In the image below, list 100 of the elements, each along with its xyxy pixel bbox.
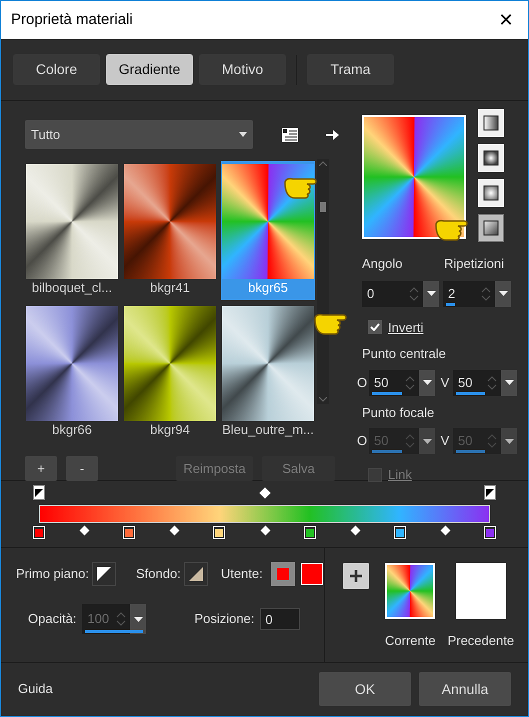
midpoint-marker[interactable] bbox=[258, 487, 270, 499]
color-stop[interactable] bbox=[304, 526, 316, 539]
gradient-name: bkgr66 bbox=[52, 421, 92, 439]
gradient-item[interactable]: bkgr41 bbox=[123, 161, 217, 300]
axis-label: O bbox=[357, 432, 367, 450]
gradient-item[interactable]: bkgr94 bbox=[123, 303, 217, 442]
caret-icon bbox=[422, 380, 432, 385]
gradient-name: bkgr94 bbox=[150, 421, 190, 439]
gradient-item[interactable]: bkgr66 bbox=[25, 303, 119, 442]
spin-arrows-icon bbox=[481, 286, 491, 302]
scrollbar[interactable] bbox=[317, 159, 329, 404]
arrow-right-icon bbox=[326, 128, 338, 140]
axis-label: V bbox=[440, 374, 450, 392]
gradient-style-icon bbox=[483, 185, 499, 201]
swatch-label: Precedente bbox=[448, 632, 514, 650]
caret-icon bbox=[422, 438, 432, 444]
gradient-style-button[interactable] bbox=[478, 214, 504, 242]
swatch-button[interactable] bbox=[184, 562, 208, 586]
angle-label: Angolo bbox=[362, 255, 404, 273]
caret-icon bbox=[134, 616, 143, 622]
ok-button[interactable]: OK bbox=[319, 672, 411, 706]
scroll-thumb[interactable] bbox=[320, 202, 326, 212]
field-label: Primo piano: bbox=[16, 565, 89, 584]
gradient-item[interactable]: Bleu_outre_m... bbox=[221, 303, 315, 442]
plus-icon bbox=[350, 570, 362, 582]
spin-field[interactable]: 50 bbox=[453, 370, 517, 396]
repeats-label: Ripetizioni bbox=[444, 255, 504, 273]
position-field[interactable]: 0 bbox=[260, 608, 300, 630]
color-stop[interactable] bbox=[213, 526, 226, 539]
category-dropdown[interactable]: Tutto bbox=[25, 120, 253, 149]
midpoint-marker[interactable] bbox=[80, 526, 90, 536]
triangle-icon bbox=[188, 567, 203, 581]
checkbox[interactable] bbox=[368, 320, 382, 334]
gradient-name: bilboquet_cl... bbox=[32, 279, 112, 297]
color-swatch[interactable] bbox=[300, 563, 323, 585]
midpoint-marker[interactable] bbox=[170, 526, 180, 536]
swatch-button[interactable] bbox=[92, 562, 116, 586]
gradient-name: bkgr65 bbox=[248, 279, 288, 297]
help-link[interactable]: Guida bbox=[18, 679, 319, 699]
swatch-button[interactable] bbox=[270, 562, 295, 586]
axis-label: V bbox=[440, 432, 450, 450]
point-label: Punto focale bbox=[362, 404, 436, 422]
spin-field[interactable]: 2 bbox=[443, 280, 511, 306]
spin-arrows-icon bbox=[405, 433, 415, 449]
tab[interactable]: Gradiente bbox=[106, 54, 193, 85]
list-button[interactable]: + bbox=[25, 456, 57, 481]
field-label: Sfondo: bbox=[136, 565, 181, 584]
gradient-bar[interactable] bbox=[39, 505, 490, 523]
window-title: Proprietà materiali bbox=[11, 10, 133, 30]
opacity-stop[interactable] bbox=[484, 485, 496, 500]
tab[interactable]: Trama bbox=[307, 54, 394, 85]
check-icon bbox=[370, 323, 380, 332]
gradient-style-icon bbox=[483, 150, 499, 166]
point-label: Punto centrale bbox=[362, 345, 447, 363]
caret-icon bbox=[426, 291, 436, 296]
color-stop[interactable] bbox=[33, 526, 45, 539]
close-button[interactable]: ✕ bbox=[494, 8, 518, 32]
midpoint-marker[interactable] bbox=[260, 526, 270, 536]
spin-field[interactable]: 50 bbox=[369, 370, 435, 396]
checkbox-label[interactable]: Inverti bbox=[388, 318, 424, 337]
gradient-style-icon bbox=[483, 115, 499, 131]
triangle-icon bbox=[96, 567, 111, 581]
gradient-style-button[interactable] bbox=[478, 109, 504, 137]
midpoint-marker[interactable] bbox=[350, 526, 360, 536]
add-button[interactable] bbox=[343, 563, 369, 589]
color-stop[interactable] bbox=[394, 526, 406, 539]
swatch-label: Corrente bbox=[385, 632, 436, 650]
spin-arrows-icon bbox=[487, 374, 497, 390]
gradient-style-icon bbox=[483, 220, 499, 236]
gradient-style-button[interactable] bbox=[478, 144, 504, 172]
chevron-down-icon bbox=[319, 397, 327, 402]
gradient-item[interactable]: bilboquet_cl... bbox=[25, 161, 119, 300]
tab[interactable]: Motivo bbox=[199, 54, 286, 85]
axis-label: O bbox=[357, 374, 367, 392]
spin-arrows-icon bbox=[116, 611, 126, 627]
chevron-up-icon bbox=[319, 161, 327, 166]
opacity-stop-icon bbox=[35, 488, 43, 496]
gradient-name: bkgr41 bbox=[150, 279, 190, 297]
opacity-stop-icon bbox=[486, 488, 494, 496]
list-button[interactable]: - bbox=[66, 456, 98, 481]
caret-icon bbox=[498, 291, 508, 296]
spin-arrows-icon bbox=[409, 286, 419, 302]
color-stop[interactable] bbox=[123, 526, 136, 539]
spin-field[interactable]: 0 bbox=[362, 280, 439, 306]
opacity-stop[interactable] bbox=[33, 485, 45, 500]
field-label: Opacità: bbox=[28, 610, 76, 628]
caret-icon bbox=[239, 132, 247, 137]
gradient-style-button[interactable] bbox=[478, 179, 504, 207]
caret-icon bbox=[504, 438, 514, 444]
field-label: Posizione: bbox=[194, 610, 254, 628]
tab[interactable]: Colore bbox=[13, 54, 100, 85]
cancel-button[interactable]: Annulla bbox=[419, 672, 511, 706]
midpoint-marker[interactable] bbox=[440, 526, 450, 536]
field-label: Utente: bbox=[220, 565, 263, 584]
current-gradient-swatch bbox=[385, 563, 436, 619]
color-stop[interactable] bbox=[484, 526, 496, 539]
list-icon bbox=[282, 128, 298, 142]
spin-arrows-icon bbox=[487, 433, 497, 449]
caret-icon bbox=[504, 380, 514, 385]
gradient-name: Bleu_outre_m... bbox=[222, 421, 314, 439]
